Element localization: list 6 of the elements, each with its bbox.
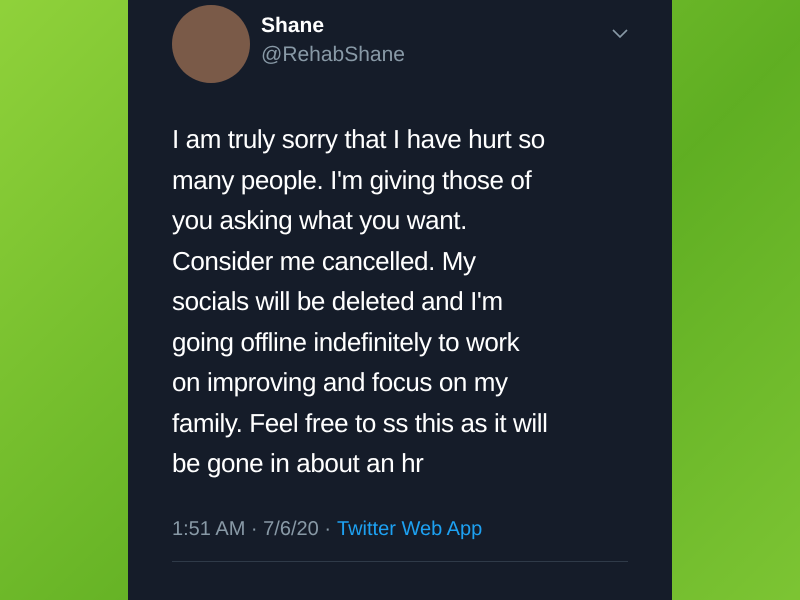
chevron-down-icon[interactable] (612, 29, 628, 39)
tweet-text: I am truly sorry that I have hurt so many people. I'm giving those of you asking what you want. Consider me cancelled. My socials will be deleted and I'm going offline indefinitely to work on improving and focus on my family. Feel free to ss this as it will be gone in about an hr (172, 123, 548, 480)
author-name: Shane (261, 14, 326, 38)
author-handle: @RehabShane (261, 42, 406, 66)
source-link[interactable]: Twitter Web App (336, 518, 482, 540)
tweet-timestamp: 1:51 AM · 7/6/20 · (172, 518, 331, 540)
